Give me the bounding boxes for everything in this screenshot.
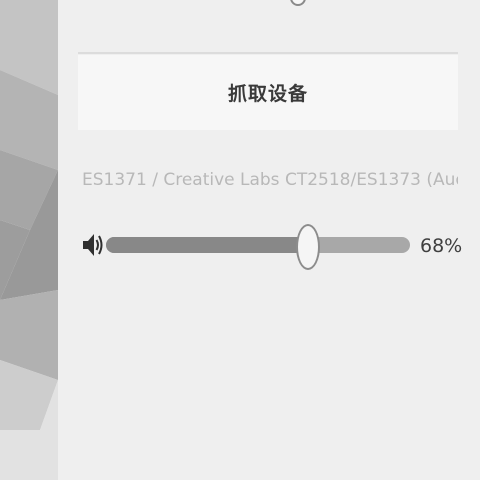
input-device-name: ES1371 / Creative Labs CT2518/ES1373 (Au… [82, 170, 458, 190]
capture-device-button[interactable]: 抓取设备 [78, 55, 458, 130]
sound-settings-screen: 抓取设备 ES1371 / Creative Labs CT2518/ES137… [0, 0, 480, 480]
speaker-icon[interactable] [82, 229, 104, 261]
volume-slider[interactable] [106, 224, 410, 270]
divider [78, 52, 458, 54]
volume-slider-thumb[interactable] [295, 224, 320, 270]
capture-device-label: 抓取设备 [227, 83, 308, 105]
volume-slider-fill [106, 237, 308, 253]
volume-percentage: 68% [420, 235, 463, 257]
desktop-wallpaper [0, 0, 58, 480]
